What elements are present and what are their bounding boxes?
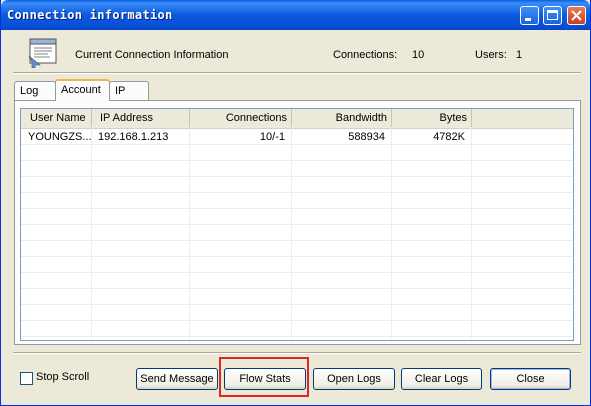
- connection-information-window: Connection information Current Connectio…: [0, 0, 591, 406]
- maximize-icon: [547, 10, 558, 20]
- column-bandwidth[interactable]: Bandwidth: [292, 109, 392, 127]
- grid-line: [21, 240, 573, 241]
- close-button[interactable]: Close: [490, 368, 571, 390]
- grid-line: [21, 336, 573, 337]
- window-title: Connection information: [7, 8, 173, 22]
- title-bar[interactable]: Connection information: [1, 0, 590, 30]
- cell-ip-address: 192.168.1.213: [98, 131, 169, 143]
- tab-account[interactable]: Account: [55, 79, 110, 101]
- cell-bytes: 4782K: [433, 131, 465, 143]
- grid-line: [21, 272, 573, 273]
- grid-line: [21, 224, 573, 225]
- highlight-box: [219, 357, 309, 397]
- account-list[interactable]: User Name IP Address Connections Bandwid…: [20, 108, 574, 341]
- grid-line: [21, 304, 573, 305]
- minimize-icon: [525, 18, 531, 21]
- maximize-button[interactable]: [543, 6, 562, 25]
- stop-scroll-label[interactable]: Stop Scroll: [36, 371, 89, 383]
- grid-line: [21, 288, 573, 289]
- connections-label: Connections:: [333, 49, 398, 61]
- users-label: Users:: [475, 49, 507, 61]
- open-logs-button[interactable]: Open Logs: [313, 368, 395, 390]
- grid-line: [21, 176, 573, 177]
- header-separator: [13, 72, 581, 74]
- tab-ip[interactable]: IP: [109, 81, 149, 100]
- list-header: User Name IP Address Connections Bandwid…: [21, 109, 573, 129]
- footer-separator: [13, 352, 581, 354]
- close-window-button[interactable]: [567, 6, 586, 25]
- connections-count: 10: [412, 49, 425, 61]
- cell-connections: 10/-1: [259, 131, 285, 143]
- grid-line: [21, 320, 573, 321]
- clear-logs-button[interactable]: Clear Logs: [401, 368, 482, 390]
- grid-line: [21, 160, 573, 161]
- column-user-name[interactable]: User Name: [21, 109, 92, 127]
- column-ip-address[interactable]: IP Address: [92, 109, 190, 127]
- header-title: Current Connection Information: [75, 49, 229, 61]
- send-message-button[interactable]: Send Message: [136, 368, 218, 390]
- close-icon: [571, 10, 582, 21]
- users-count: 1: [516, 49, 523, 61]
- grid-line: [21, 192, 573, 193]
- column-connections[interactable]: Connections: [190, 109, 292, 127]
- cell-bandwidth: 588934: [348, 131, 385, 143]
- column-bytes[interactable]: Bytes: [392, 109, 472, 127]
- stop-scroll-checkbox[interactable]: [20, 372, 33, 385]
- grid-line: [21, 256, 573, 257]
- grid-line: [21, 144, 573, 145]
- tab-log[interactable]: Log: [14, 81, 56, 100]
- cell-user-name: YOUNGZS...: [28, 131, 91, 143]
- grid-line: [21, 208, 573, 209]
- connection-info-icon: [28, 38, 57, 68]
- minimize-button[interactable]: [520, 6, 539, 25]
